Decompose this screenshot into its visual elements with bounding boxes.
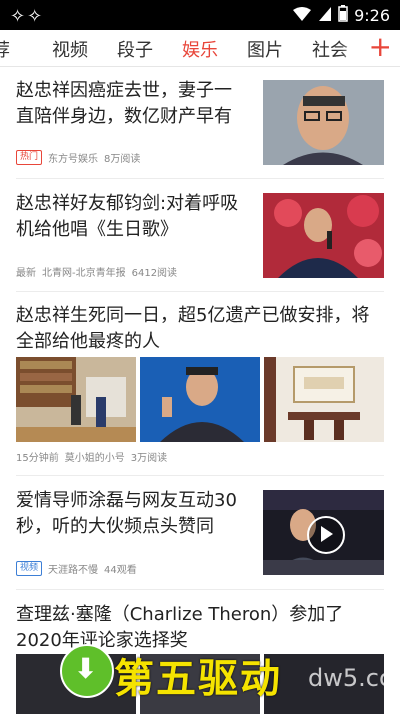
news-meta: 视频 天涯路不慢 44观看 bbox=[16, 561, 137, 576]
news-source: 天涯路不慢 bbox=[48, 565, 99, 576]
download-icon bbox=[60, 644, 114, 698]
news-reads: 3万阅读 bbox=[130, 453, 168, 464]
hot-badge: 热门 bbox=[16, 150, 43, 165]
status-bar: ✧✧ 9:26 bbox=[0, 0, 400, 30]
news-meta: 热门 东方号娱乐 8万阅读 bbox=[16, 150, 140, 165]
news-image-3[interactable] bbox=[264, 357, 384, 442]
tab-jokes[interactable]: 段子 bbox=[117, 36, 153, 62]
watermark: 第五驱动 dw5.cc bbox=[60, 642, 400, 702]
news-item[interactable]: 赵忠祥因癌症去世，妻子一直陪伴身边，数亿财产早有 热门 东方号娱乐 8万阅读 bbox=[0, 66, 400, 178]
tab-pictures[interactable]: 图片 bbox=[247, 36, 283, 62]
play-icon[interactable] bbox=[306, 515, 345, 554]
news-meta: 15分钟前 莫小姐的小号 3万阅读 bbox=[16, 449, 167, 464]
news-thumbnail[interactable] bbox=[263, 193, 384, 278]
news-image-2[interactable] bbox=[140, 357, 260, 442]
news-title[interactable]: 爱情导师涂磊与网友互动30秒，听的大伙频点头赞同 bbox=[16, 488, 250, 540]
news-time: 15分钟前 bbox=[16, 453, 59, 464]
notification-icons: ✧✧ bbox=[10, 6, 45, 27]
news-title[interactable]: 赵忠祥生死同一日，超5亿遗产已做安排，将全部给他最疼的人 bbox=[16, 303, 386, 355]
clock: 9:26 bbox=[354, 6, 390, 25]
watermark-text: 第五驱动 bbox=[114, 656, 282, 702]
news-item[interactable]: 赵忠祥生死同一日，超5亿遗产已做安排，将全部给他最疼的人 15分钟前 莫小姐的小… bbox=[0, 292, 400, 475]
add-channel-icon[interactable]: + bbox=[369, 32, 392, 62]
battery-icon bbox=[338, 5, 348, 26]
news-time: 最新 bbox=[16, 268, 36, 279]
tab-entertainment[interactable]: 娱乐 bbox=[182, 36, 218, 62]
news-meta: 最新 北青网-北京青年报 6412阅读 bbox=[16, 264, 177, 279]
news-title[interactable]: 赵忠祥因癌症去世，妻子一直陪伴身边，数亿财产早有 bbox=[16, 78, 246, 130]
news-source: 莫小姐的小号 bbox=[64, 453, 125, 464]
wifi-icon bbox=[292, 6, 312, 26]
news-item[interactable]: 爱情导师涂磊与网友互动30秒，听的大伙频点头赞同 视频 天涯路不慢 44观看 bbox=[0, 476, 400, 589]
news-title[interactable]: 赵忠祥好友郁钧剑:对着呼吸机给他唱《生日歌》 bbox=[16, 191, 250, 243]
category-tab-bar: 荐 视频 段子 娱乐 图片 社会 + bbox=[0, 30, 400, 67]
news-reads: 44观看 bbox=[104, 565, 137, 576]
news-thumbnail[interactable] bbox=[263, 80, 384, 165]
news-source: 北青网-北京青年报 bbox=[42, 268, 126, 279]
signal-icon bbox=[318, 6, 332, 26]
news-reads: 6412阅读 bbox=[131, 268, 178, 279]
tab-recommend[interactable]: 荐 bbox=[0, 36, 10, 62]
video-badge: 视频 bbox=[16, 561, 43, 576]
news-item[interactable]: 赵忠祥好友郁钧剑:对着呼吸机给他唱《生日歌》 最新 北青网-北京青年报 6412… bbox=[0, 179, 400, 291]
news-reads: 8万阅读 bbox=[104, 154, 141, 165]
tab-video[interactable]: 视频 bbox=[52, 36, 88, 62]
watermark-url: dw5.cc bbox=[308, 664, 393, 692]
video-thumbnail[interactable] bbox=[263, 490, 384, 575]
tab-fade bbox=[340, 30, 360, 66]
news-image-1[interactable] bbox=[16, 357, 136, 442]
news-source: 东方号娱乐 bbox=[48, 154, 99, 165]
